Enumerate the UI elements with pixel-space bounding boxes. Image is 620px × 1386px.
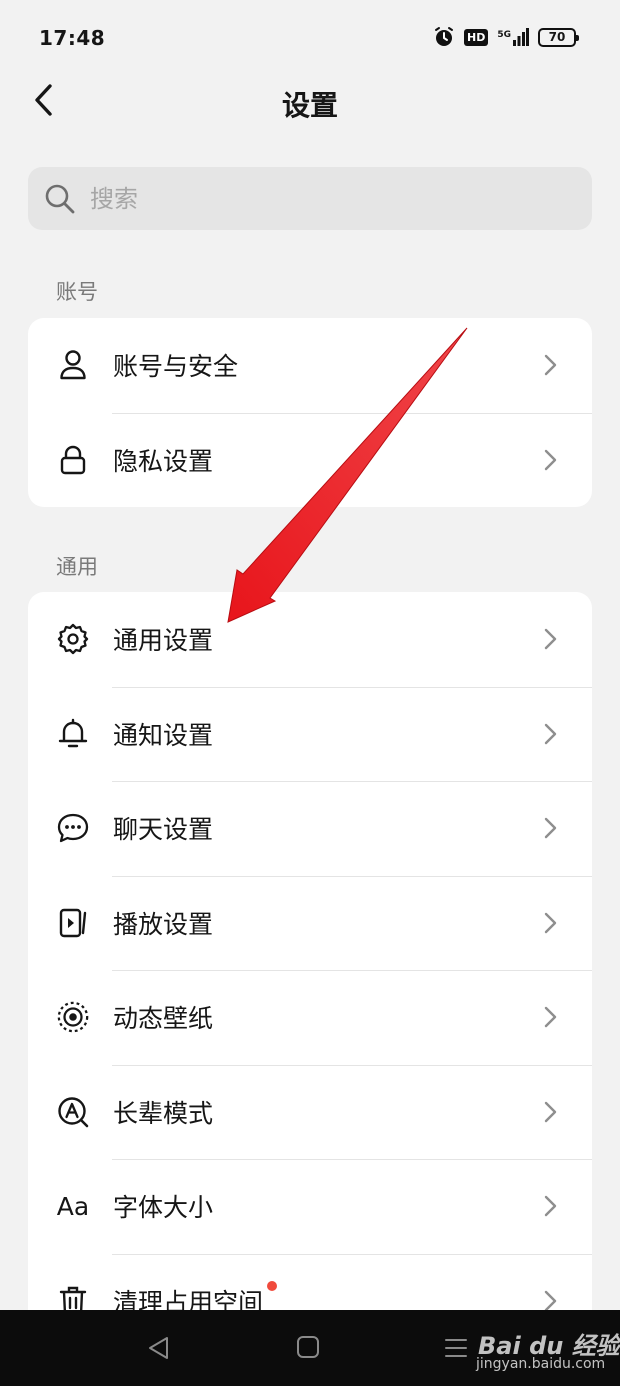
chevron-right-icon: [544, 1101, 557, 1122]
settings-row-privacy[interactable]: 隐私设置: [28, 412, 592, 508]
settings-row-label: 隐私设置: [113, 446, 214, 476]
trash-icon: [56, 1284, 90, 1310]
font-size-icon-text: Aa: [56, 1191, 90, 1221]
nav-menu-icon[interactable]: [444, 1336, 468, 1360]
settings-row-elder-mode[interactable]: 长辈模式: [28, 1064, 592, 1160]
gear-icon: [56, 622, 90, 656]
settings-row-label: 动态壁纸: [113, 1004, 214, 1034]
search-input[interactable]: [90, 184, 550, 213]
settings-row-notification[interactable]: 通知设置: [28, 686, 592, 782]
settings-row-account-security[interactable]: 账号与安全: [28, 318, 592, 413]
status-bar: 17:48 HD 5G 70: [0, 0, 620, 76]
chevron-right-icon: [544, 1290, 557, 1310]
nav-home-icon[interactable]: [296, 1335, 320, 1359]
elder-mode-icon: [56, 1095, 90, 1129]
hd-icon: HD: [464, 28, 489, 46]
general-card: 通用设置 通知设置 聊天设置 播放设置 动态壁纸 长辈模式 Aa 字体大小 清理…: [28, 592, 592, 1310]
account-card: 账号与安全 隐私设置: [28, 318, 592, 507]
wallpaper-icon: [56, 1000, 90, 1034]
chevron-right-icon: [544, 723, 557, 744]
page-title: 设置: [281, 89, 338, 122]
settings-row-clear-storage[interactable]: 清理占用空间: [28, 1253, 592, 1310]
play-icon: [56, 906, 90, 940]
watermark-url: jingyan.baidu.com: [476, 1356, 606, 1372]
network-label: 5G: [497, 30, 511, 40]
chevron-right-icon: [544, 912, 557, 933]
lock-icon: [56, 443, 90, 477]
settings-row-playback[interactable]: 播放设置: [28, 875, 592, 971]
settings-row-label: 账号与安全: [113, 352, 239, 382]
chevron-right-icon: [544, 1007, 557, 1028]
settings-row-label: 清理占用空间: [113, 1280, 278, 1310]
chevron-right-icon: [544, 1196, 557, 1217]
settings-row-label: 字体大小: [113, 1193, 214, 1223]
signal-icon: 5G: [497, 28, 529, 46]
alarm-icon: [435, 27, 453, 46]
settings-row-label: 聊天设置: [113, 815, 214, 845]
new-badge-dot: [267, 1280, 278, 1291]
chat-bubble-icon: [56, 811, 90, 845]
user-icon: [56, 348, 90, 382]
settings-row-label: 长辈模式: [113, 1098, 214, 1128]
font-size-icon: Aa: [56, 1189, 90, 1223]
search-box[interactable]: [28, 167, 592, 230]
settings-row-chat[interactable]: 聊天设置: [28, 781, 592, 876]
settings-row-font-size[interactable]: Aa 字体大小: [28, 1159, 592, 1254]
section-title-general: 通用: [56, 555, 98, 579]
chevron-right-icon: [544, 449, 557, 470]
chevron-right-icon: [544, 355, 557, 376]
system-nav-bar: Bai du 经验 jingyan.baidu.com: [0, 1310, 620, 1386]
settings-row-label: 播放设置: [113, 909, 214, 939]
battery-icon: 70: [538, 27, 579, 47]
settings-row-label: 通知设置: [113, 720, 214, 750]
chevron-right-icon: [544, 629, 557, 650]
nav-back-icon[interactable]: [145, 1334, 173, 1362]
settings-row-label: 通用设置: [113, 626, 214, 656]
status-icons: HD 5G 70: [433, 24, 579, 50]
search-icon: [45, 184, 75, 213]
status-time: 17:48: [39, 26, 106, 50]
bell-icon: [56, 717, 90, 751]
chevron-right-icon: [544, 818, 557, 839]
settings-row-general[interactable]: 通用设置: [28, 592, 592, 687]
settings-row-label-text: 清理占用空间: [113, 1287, 264, 1310]
settings-row-wallpaper[interactable]: 动态壁纸: [28, 970, 592, 1065]
section-title-account: 账号: [56, 280, 98, 304]
